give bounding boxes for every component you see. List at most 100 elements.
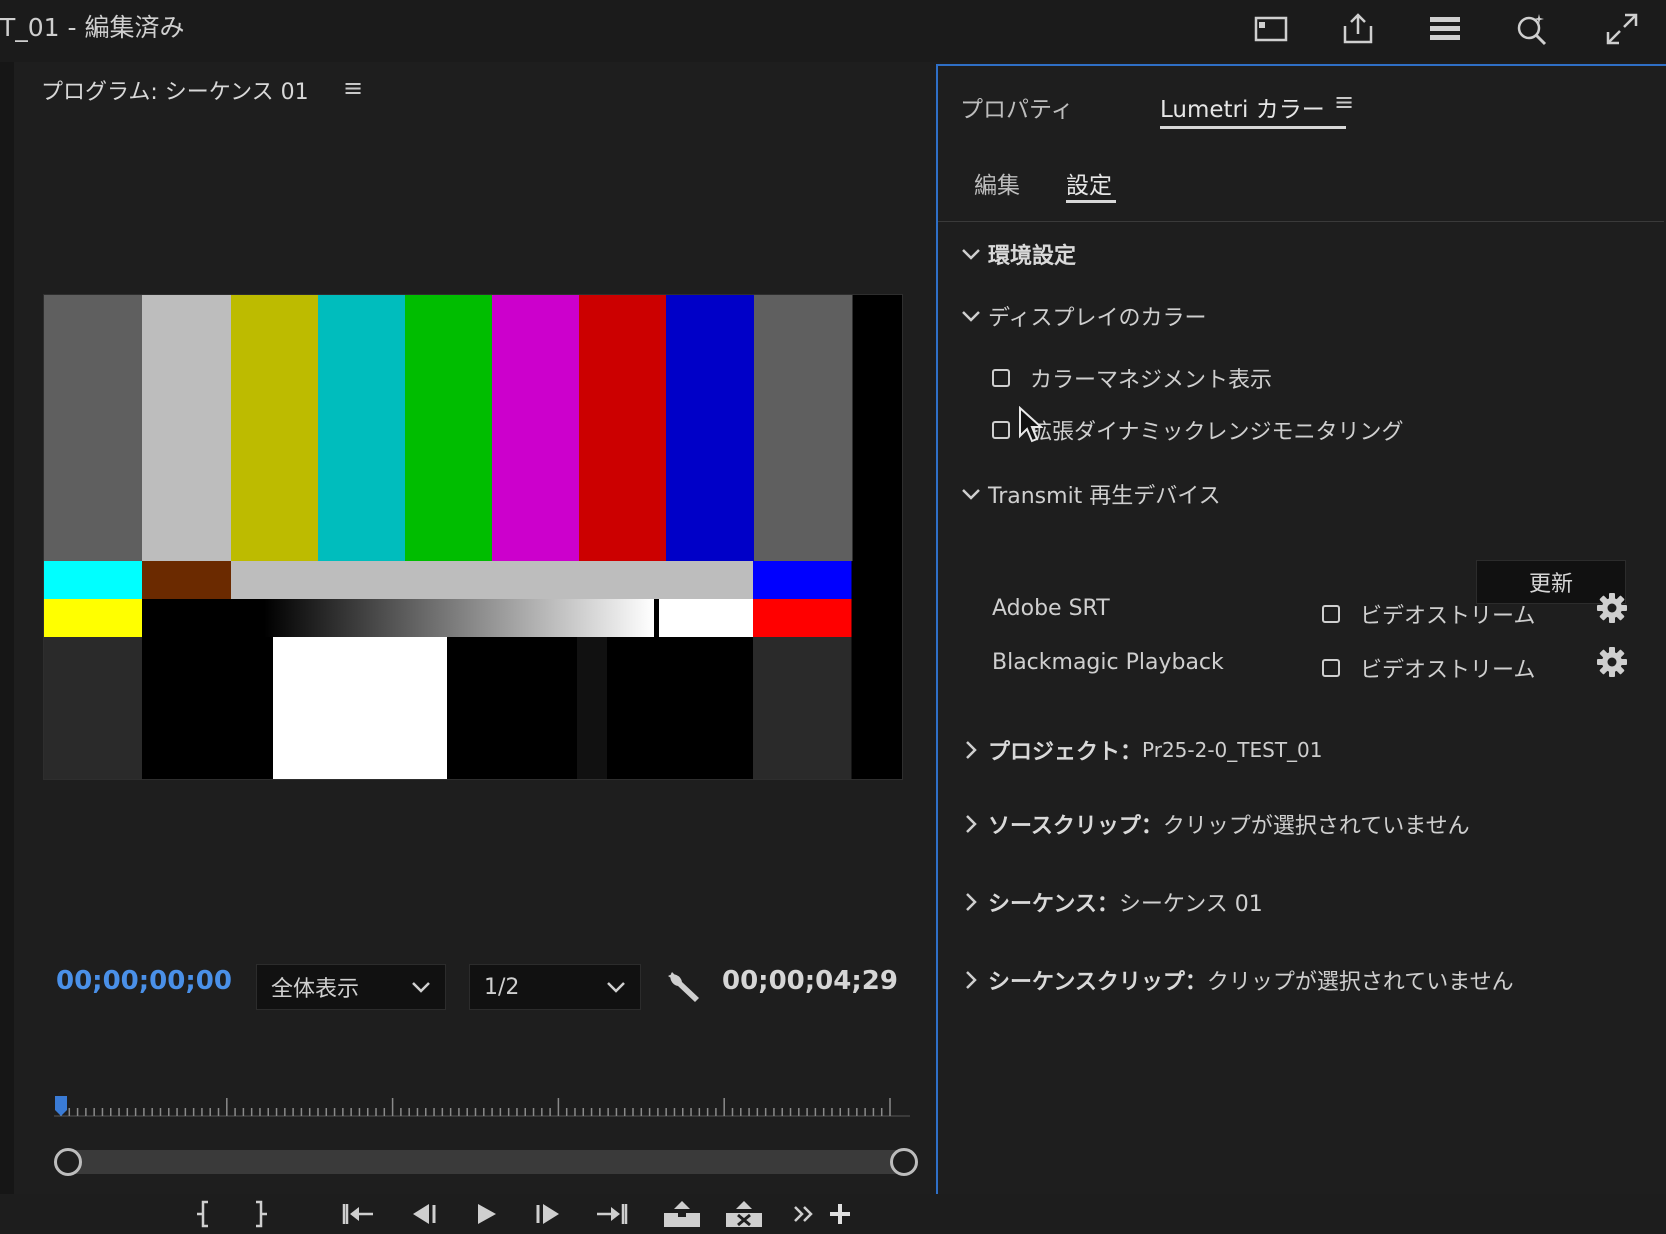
left-panel-edge: [0, 62, 14, 1194]
pluge-bar: [273, 637, 448, 779]
step-forward-button[interactable]: [528, 1194, 568, 1234]
tab-properties[interactable]: プロパティ: [960, 90, 1074, 124]
go-to-in-button[interactable]: [338, 1194, 378, 1234]
source-clip-value: クリップが選択されていません: [1162, 814, 1470, 839]
mark-in-button[interactable]: [184, 1194, 224, 1234]
section-sequence-label: シーケンス：: [988, 892, 1119, 917]
color-bar-middle: [753, 561, 852, 599]
fullscreen-icon[interactable]: [1597, 6, 1647, 52]
go-to-out-button[interactable]: [592, 1194, 632, 1234]
section-sequence-clip-label: シーケンスクリップ：: [988, 970, 1207, 995]
panel-layout-icon[interactable]: [1246, 6, 1296, 52]
workspaces-icon[interactable]: [1420, 6, 1470, 52]
section-sequence-clip[interactable]: シーケンスクリップ： クリップが選択されていません: [960, 964, 1514, 996]
section-preferences-label: 環境設定: [988, 244, 1077, 269]
more-controls-icon[interactable]: [784, 1194, 824, 1234]
adobe-srt-stream-label: ビデオストリーム: [1360, 604, 1536, 629]
section-project-label: プロジェクト：: [988, 740, 1143, 765]
color-bar-top: [666, 295, 755, 561]
scrollbar-handle-left[interactable]: [54, 1148, 82, 1176]
active-tab-indicator: [1160, 126, 1346, 129]
hdr-monitoring-checkbox[interactable]: [992, 421, 1010, 439]
title-bar: T_01 - 編集済み: [0, 0, 1666, 62]
lift-button[interactable]: [662, 1194, 702, 1234]
playhead[interactable]: [55, 1096, 67, 1116]
pluge-bar: [577, 637, 608, 779]
gear-icon[interactable]: [1596, 646, 1628, 678]
hdr-monitoring-option: 拡張ダイナミックレンジモニタリング: [992, 414, 1404, 446]
section-display-color[interactable]: ディスプレイのカラー: [960, 300, 1206, 332]
color-management-checkbox[interactable]: [992, 369, 1010, 387]
adobe-srt-stream-checkbox[interactable]: [1322, 605, 1340, 623]
color-bar-lower: [659, 599, 754, 637]
document-title: T_01 - 編集済み: [0, 13, 185, 42]
device-name-adobe-srt: Adobe SRT: [992, 596, 1110, 621]
add-button[interactable]: [820, 1194, 860, 1234]
chevron-down-icon: [607, 982, 625, 993]
play-button[interactable]: [466, 1194, 506, 1234]
chevron-down-icon: [412, 982, 430, 993]
duration-timecode: 00;00;04;29: [722, 966, 898, 996]
current-timecode[interactable]: 00;00;00;00: [56, 966, 232, 996]
tab-lumetri-color[interactable]: Lumetri カラー: [1160, 90, 1325, 124]
gear-icon[interactable]: [1596, 592, 1628, 624]
wrench-settings-icon[interactable]: [664, 968, 702, 1006]
search-help-icon[interactable]: [1507, 6, 1557, 52]
step-back-button[interactable]: [404, 1194, 444, 1234]
program-monitor-panel: プログラム: シーケンス 01 ≡ 00;00;00;00 全体表示 1/2 0…: [14, 62, 930, 1228]
section-source-clip[interactable]: ソースクリップ： クリップが選択されていません: [960, 808, 1470, 840]
zoom-level-dropdown[interactable]: 全体表示: [256, 964, 446, 1010]
chevron-right-icon: [966, 893, 977, 911]
mark-out-button[interactable]: [240, 1194, 280, 1234]
chevron-down-icon: [962, 489, 980, 500]
extract-button[interactable]: [724, 1194, 764, 1234]
color-bar-lower: [753, 599, 852, 637]
divider: [938, 221, 1664, 222]
panel-menu-icon[interactable]: ≡: [343, 74, 363, 102]
chevron-right-icon: [966, 741, 977, 759]
color-bar-middle: [44, 561, 143, 599]
scrollbar-handle-right[interactable]: [890, 1148, 918, 1176]
pluge-bar: [753, 637, 852, 779]
panel-menu-icon[interactable]: ≡: [1334, 88, 1354, 116]
hdr-monitoring-label: 拡張ダイナミックレンジモニタリング: [1030, 420, 1404, 445]
zoom-scrollbar[interactable]: [54, 1148, 918, 1176]
chevron-right-icon: [966, 815, 977, 833]
time-ruler[interactable]: [42, 1080, 912, 1120]
color-bar-middle: [231, 561, 754, 599]
adobe-srt-stream-option: ビデオストリーム: [1322, 598, 1535, 630]
blackmagic-stream-checkbox[interactable]: [1322, 659, 1340, 677]
device-name-blackmagic: Blackmagic Playback: [992, 650, 1224, 675]
chevron-down-icon: [962, 249, 980, 260]
section-source-clip-label: ソースクリップ：: [988, 814, 1163, 839]
color-bar-top: [405, 295, 493, 561]
active-subtab-indicator: [1066, 200, 1116, 203]
subtab-edit[interactable]: 編集: [974, 166, 1020, 200]
color-management-label: カラーマネジメント表示: [1030, 368, 1273, 393]
section-transmit-label: Transmit 再生デバイス: [988, 484, 1221, 509]
section-sequence[interactable]: シーケンス： シーケンス 01: [960, 886, 1263, 918]
color-bar-top: [231, 295, 319, 561]
sequence-name: シーケンス 01: [1118, 892, 1263, 917]
chevron-right-icon: [966, 971, 977, 989]
zoom-level-value: 全体表示: [271, 977, 360, 1002]
section-display-color-label: ディスプレイのカラー: [988, 306, 1207, 331]
subtab-settings[interactable]: 設定: [1066, 166, 1112, 200]
export-icon[interactable]: [1333, 6, 1383, 52]
color-bar-middle: [142, 561, 232, 599]
playback-resolution-value: 1/2: [484, 974, 520, 1000]
blackmagic-stream-option: ビデオストリーム: [1322, 652, 1535, 684]
playback-resolution-dropdown[interactable]: 1/2: [469, 964, 641, 1010]
chevron-down-icon: [962, 311, 980, 322]
section-project[interactable]: プロジェクト： Pr25-2-0_TEST_01: [960, 734, 1323, 766]
color-bar-lower: [142, 599, 280, 637]
color-bar-top: [579, 295, 667, 561]
section-transmit[interactable]: Transmit 再生デバイス: [960, 478, 1221, 510]
color-bar-top: [492, 295, 580, 561]
section-preferences[interactable]: 環境設定: [960, 238, 1076, 270]
color-bar-top: [754, 295, 853, 561]
pluge-bar: [447, 637, 578, 779]
blackmagic-stream-label: ビデオストリーム: [1360, 658, 1536, 683]
program-monitor-title: プログラム: シーケンス 01: [41, 80, 309, 105]
project-name: Pr25-2-0_TEST_01: [1142, 738, 1323, 762]
